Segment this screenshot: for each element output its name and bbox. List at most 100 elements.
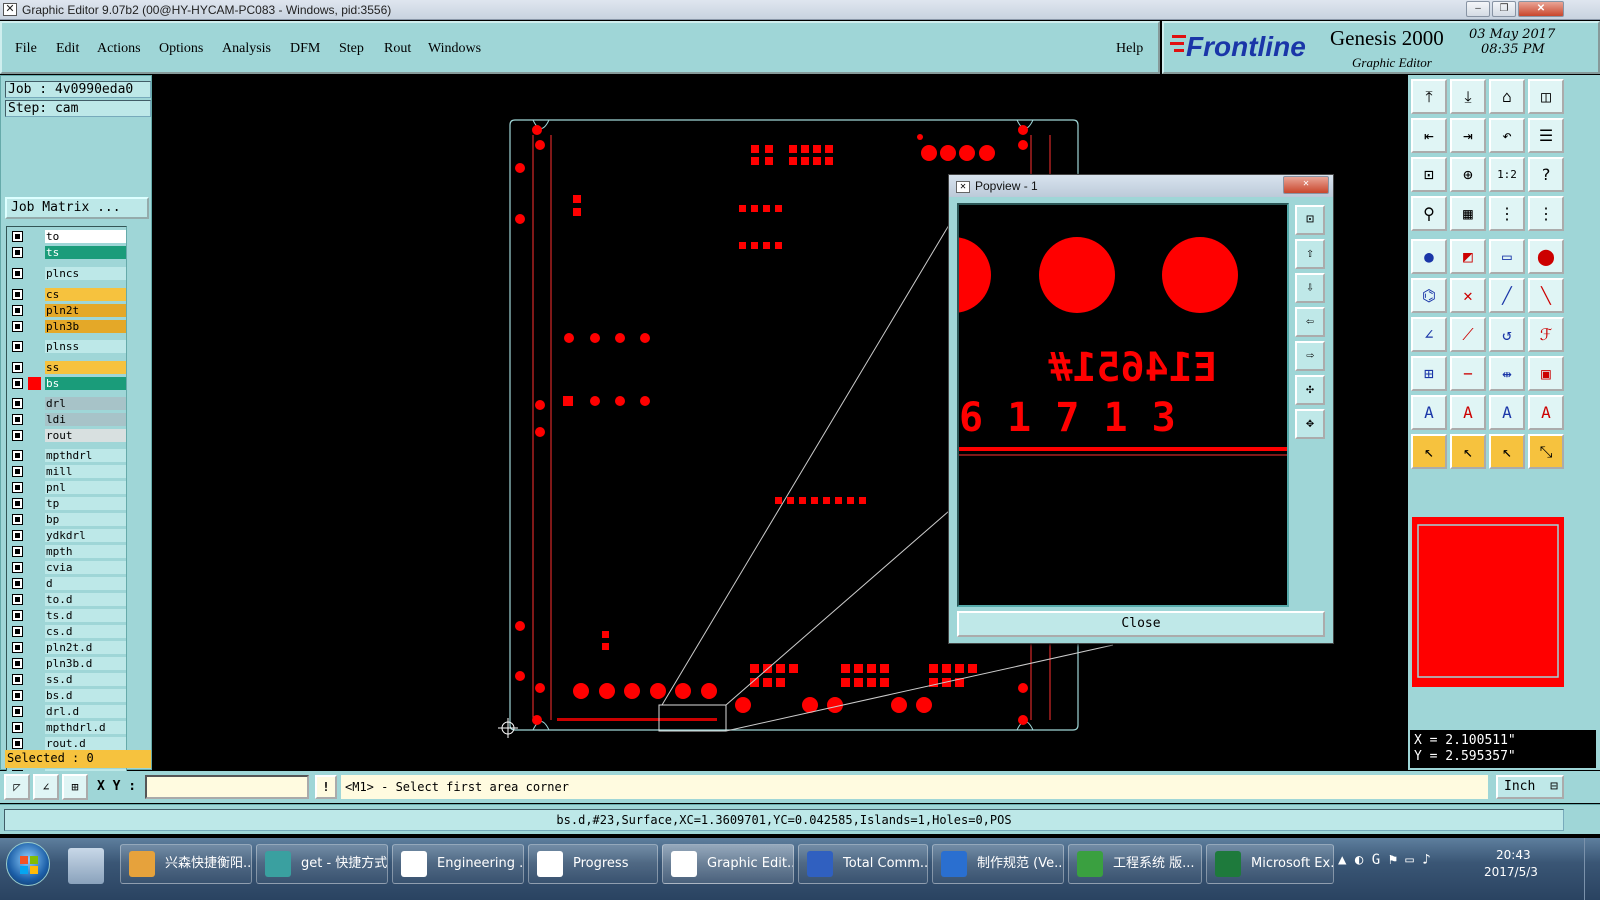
layer-checkbox[interactable] — [12, 247, 23, 258]
layer-row-d[interactable]: d — [10, 577, 126, 590]
taskbar-item[interactable]: 工程系统 版... — [1068, 844, 1202, 884]
layer-name[interactable]: drl — [45, 397, 126, 410]
info-button[interactable]: ! — [315, 775, 337, 799]
layer-row-pln3b-d[interactable]: pln3b.d — [10, 657, 126, 670]
tool-button-text[interactable]: A — [1411, 395, 1447, 430]
layer-name[interactable]: bp — [45, 513, 126, 526]
tool-button-line[interactable]: ╱ — [1489, 278, 1525, 313]
layer-checkbox[interactable] — [12, 414, 23, 425]
tool-button-pan-left[interactable]: ⇤ — [1411, 118, 1447, 153]
layer-name[interactable]: cvia — [45, 561, 126, 574]
tool-button-text2[interactable]: A — [1450, 395, 1486, 430]
snap-button[interactable]: ◸ — [4, 774, 30, 800]
tool-button-pan-right[interactable]: ⇥ — [1450, 118, 1486, 153]
layer-name[interactable]: mill — [45, 465, 126, 478]
layer-name[interactable]: cs — [45, 288, 126, 301]
tool-button-flip[interactable]: ℱ — [1528, 317, 1564, 352]
tool-button-slash[interactable]: ⟋ — [1450, 317, 1486, 352]
tool-button-circle[interactable]: ⬤ — [1528, 239, 1564, 274]
layer-row-ldi[interactable]: ldi — [10, 413, 126, 426]
layer-checkbox[interactable] — [12, 562, 23, 573]
layer-row-plnss[interactable]: plnss — [10, 340, 126, 353]
layer-row-to[interactable]: to — [10, 230, 126, 243]
tool-button-page-down[interactable]: ⤓ — [1450, 79, 1486, 114]
tool-button-select3[interactable]: ↖ — [1489, 434, 1525, 469]
popview-pan-left-button[interactable]: ⇦ — [1295, 307, 1325, 337]
menu-windows[interactable]: Windows — [428, 41, 481, 57]
layer-checkbox[interactable] — [12, 626, 23, 637]
layer-name[interactable]: ts — [45, 246, 126, 259]
layer-row-mpthdrl-d[interactable]: mpthdrl.d — [10, 721, 126, 734]
tool-button-snap[interactable]: ⊞ — [1411, 356, 1447, 391]
layer-row-bp[interactable]: bp — [10, 513, 126, 526]
layer-row-ts[interactable]: ts — [10, 246, 126, 259]
menu-dfm[interactable]: DFM — [290, 41, 320, 57]
popview-close-button[interactable]: Close — [957, 611, 1325, 637]
layer-checkbox[interactable] — [12, 289, 23, 300]
layer-name[interactable]: plncs — [45, 267, 126, 280]
layer-name[interactable]: pln3b.d — [45, 657, 126, 670]
tool-button-cross[interactable]: ✕ — [1450, 278, 1486, 313]
layer-checkbox[interactable] — [12, 362, 23, 373]
layer-row-ss[interactable]: ss — [10, 361, 126, 374]
clock-date[interactable]: 2017/5/3 — [1484, 865, 1538, 879]
tool-button-route[interactable]: ⤡ — [1528, 434, 1564, 469]
layer-name[interactable]: pln2t.d — [45, 641, 126, 654]
layer-name[interactable]: plnss — [45, 340, 126, 353]
layer-name[interactable]: rout — [45, 429, 126, 442]
tool-button-line2[interactable]: ╲ — [1528, 278, 1564, 313]
tool-button-add-pad[interactable]: ● — [1411, 239, 1447, 274]
layer-checkbox[interactable] — [12, 378, 23, 389]
layer-row-pln2t-d[interactable]: pln2t.d — [10, 641, 126, 654]
taskbar-item[interactable]: 兴森快捷衡阳... — [120, 844, 252, 884]
layer-name[interactable]: tp — [45, 497, 126, 510]
tool-button-fit[interactable]: ⊡ — [1411, 157, 1447, 192]
layer-row-drl-d[interactable]: drl.d — [10, 705, 126, 718]
popview-zoom-out-button[interactable]: ✥ — [1295, 409, 1325, 439]
layer-row-tp[interactable]: tp — [10, 497, 126, 510]
tool-button-select2[interactable]: ↖ — [1450, 434, 1486, 469]
tool-button-home[interactable]: ⌂ — [1489, 79, 1525, 114]
menu-help[interactable]: Help — [1116, 41, 1143, 57]
layer-checkbox[interactable] — [12, 546, 23, 557]
layer-row-mpthdrl[interactable]: mpthdrl — [10, 449, 126, 462]
layer-name[interactable]: cs.d — [45, 625, 126, 638]
xy-input[interactable] — [145, 775, 309, 799]
layer-row-pln2t[interactable]: pln2t — [10, 304, 126, 317]
tool-button-connect[interactable]: ⌬ — [1411, 278, 1447, 313]
layer-checkbox[interactable] — [12, 674, 23, 685]
pinned-app-icon[interactable] — [68, 848, 104, 884]
taskbar-item[interactable]: Graphic Edit... — [662, 844, 794, 884]
layer-checkbox[interactable] — [12, 498, 23, 509]
layer-row-ts-d[interactable]: ts.d — [10, 609, 126, 622]
tool-button-arc[interactable]: ↺ — [1489, 317, 1525, 352]
close-window-button[interactable]: ✕ — [1518, 1, 1564, 17]
layer-checkbox[interactable] — [12, 738, 23, 749]
taskbar-item[interactable]: 制作规范 (Ve... — [932, 844, 1064, 884]
tool-button-angle[interactable]: ∠ — [1411, 317, 1447, 352]
layer-checkbox[interactable] — [12, 642, 23, 653]
popview-zoom-in-button[interactable]: ✣ — [1295, 375, 1325, 405]
layer-checkbox[interactable] — [12, 450, 23, 461]
tool-button-undo[interactable]: ↶ — [1489, 118, 1525, 153]
tool-button-select[interactable]: ↖ — [1411, 434, 1447, 469]
layer-row-bs[interactable]: bs — [10, 377, 126, 390]
tool-button-scale[interactable]: 1:2 — [1489, 157, 1525, 192]
menu-options[interactable]: Options — [159, 41, 203, 57]
clock-time[interactable]: 20:43 — [1496, 848, 1531, 862]
job-matrix-button[interactable]: Job Matrix ... — [5, 197, 149, 219]
units-selector[interactable]: Inch ⊟ — [1496, 775, 1564, 799]
taskbar-item[interactable]: get - 快捷方式 — [256, 844, 388, 884]
tool-button-dimension[interactable]: ⇹ — [1489, 356, 1525, 391]
tool-button-drill[interactable]: ⋮ — [1528, 196, 1564, 231]
layer-checkbox[interactable] — [12, 341, 23, 352]
popview-zoom-home-button[interactable]: ⊡ — [1295, 205, 1325, 235]
popview-close-icon[interactable]: ✕ — [1283, 176, 1329, 194]
layer-row-cs-d[interactable]: cs.d — [10, 625, 126, 638]
layer-name[interactable]: bs.d — [45, 689, 126, 702]
tool-button-netlist[interactable]: ⋮ — [1489, 196, 1525, 231]
menu-rout[interactable]: Rout — [384, 41, 411, 57]
layer-name[interactable]: drl.d — [45, 705, 126, 718]
layer-name[interactable]: bs — [45, 377, 126, 390]
layer-name[interactable]: rout.d — [45, 737, 126, 750]
